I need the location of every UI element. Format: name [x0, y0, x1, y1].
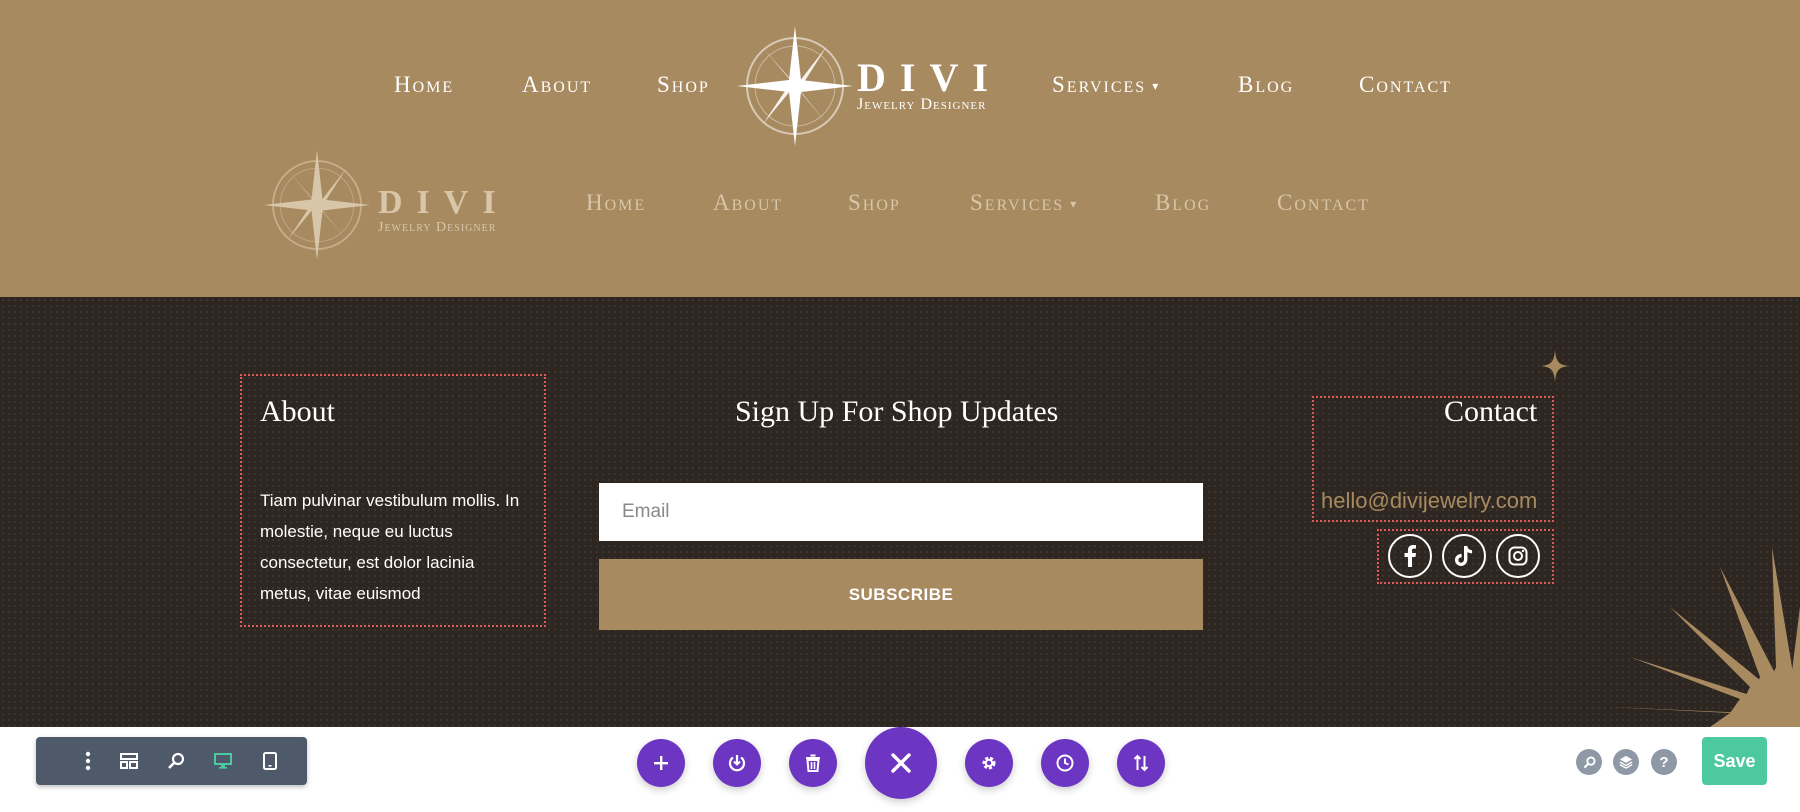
logo-wordmark: DIVI: [857, 55, 1002, 100]
site-footer: About Tiam pulvinar vestibulum mollis. I…: [0, 297, 1800, 727]
add-module-button[interactable]: [637, 739, 685, 787]
signup-heading: Sign Up For Shop Updates: [735, 395, 1059, 428]
logo-tagline: Jewelry Designer: [857, 96, 987, 113]
logo-tagline: Jewelry Designer: [378, 220, 497, 235]
nav-shop[interactable]: Shop: [657, 72, 710, 98]
nav-home[interactable]: Home: [394, 72, 454, 98]
wireframe-view-icon[interactable]: [117, 749, 141, 773]
phone-view-icon[interactable]: [305, 749, 329, 773]
nav-blog[interactable]: Blog: [1238, 72, 1294, 98]
search-icon[interactable]: [1576, 749, 1602, 775]
contact-heading: Contact: [1444, 395, 1538, 428]
trash-icon: [806, 754, 820, 772]
star-logo-icon: [263, 150, 371, 260]
clock-icon: [1056, 754, 1074, 772]
logo-wordmark: DIVI: [378, 184, 510, 221]
tiktok-icon[interactable]: [1442, 534, 1486, 578]
site-logo[interactable]: DIVI Jewelry Designer: [735, 24, 995, 148]
plus-icon: [654, 756, 668, 770]
nav-about[interactable]: About: [522, 72, 592, 98]
close-builder-button[interactable]: [865, 727, 937, 799]
gear-icon: [982, 756, 996, 770]
save-button[interactable]: Save: [1702, 737, 1767, 785]
page-settings-button[interactable]: [965, 739, 1013, 787]
more-options-icon[interactable]: [76, 749, 100, 773]
contact-email-link[interactable]: hello@divijewelry.com: [1321, 488, 1537, 514]
builder-bar: ? Save: [0, 727, 1800, 812]
close-icon: [891, 753, 911, 773]
tablet-view-icon[interactable]: [258, 749, 282, 773]
nav-home[interactable]: Home: [586, 190, 646, 216]
burst-decoration-icon: [1610, 547, 1800, 727]
nav-about[interactable]: About: [713, 190, 783, 216]
nav-contact[interactable]: Contact: [1277, 190, 1370, 216]
facebook-icon[interactable]: [1388, 534, 1432, 578]
nav-blog[interactable]: Blog: [1155, 190, 1211, 216]
power-download-icon: [728, 755, 746, 772]
clear-layout-button[interactable]: [789, 739, 837, 787]
desktop-view-icon[interactable]: [211, 749, 235, 773]
about-heading: About: [260, 395, 335, 428]
view-mode-toolbar: [36, 737, 322, 785]
star-logo-icon: [737, 26, 853, 146]
up-down-arrows-icon: [1133, 754, 1149, 772]
nav-shop[interactable]: Shop: [848, 190, 901, 216]
zoom-icon[interactable]: [164, 749, 188, 773]
chevron-down-icon: ▾: [1070, 197, 1079, 212]
layers-icon[interactable]: [1613, 749, 1639, 775]
secondary-logo[interactable]: DIVI Jewelry Designer: [262, 146, 522, 266]
help-icon[interactable]: ?: [1651, 749, 1677, 775]
chevron-down-icon: ▾: [1152, 79, 1161, 94]
about-text: Tiam pulvinar vestibulum mollis. In mole…: [260, 491, 520, 603]
load-layout-button[interactable]: [713, 739, 761, 787]
nav-contact[interactable]: Contact: [1359, 72, 1452, 98]
history-button[interactable]: [1041, 739, 1089, 787]
nav-services[interactable]: Services ▾: [970, 190, 1078, 216]
sparkle-icon: [1541, 350, 1569, 382]
instagram-icon[interactable]: [1496, 534, 1540, 578]
subscribe-button[interactable]: SUBSCRIBE: [599, 559, 1203, 630]
nav-services-label: Services: [1052, 72, 1147, 97]
portability-button[interactable]: [1117, 739, 1165, 787]
email-field[interactable]: [599, 483, 1203, 541]
nav-services[interactable]: Services ▾: [1052, 72, 1160, 98]
nav-services-label: Services: [970, 190, 1065, 215]
site-header: Home About Shop DIVI Jewelry Designer Se…: [0, 0, 1800, 297]
